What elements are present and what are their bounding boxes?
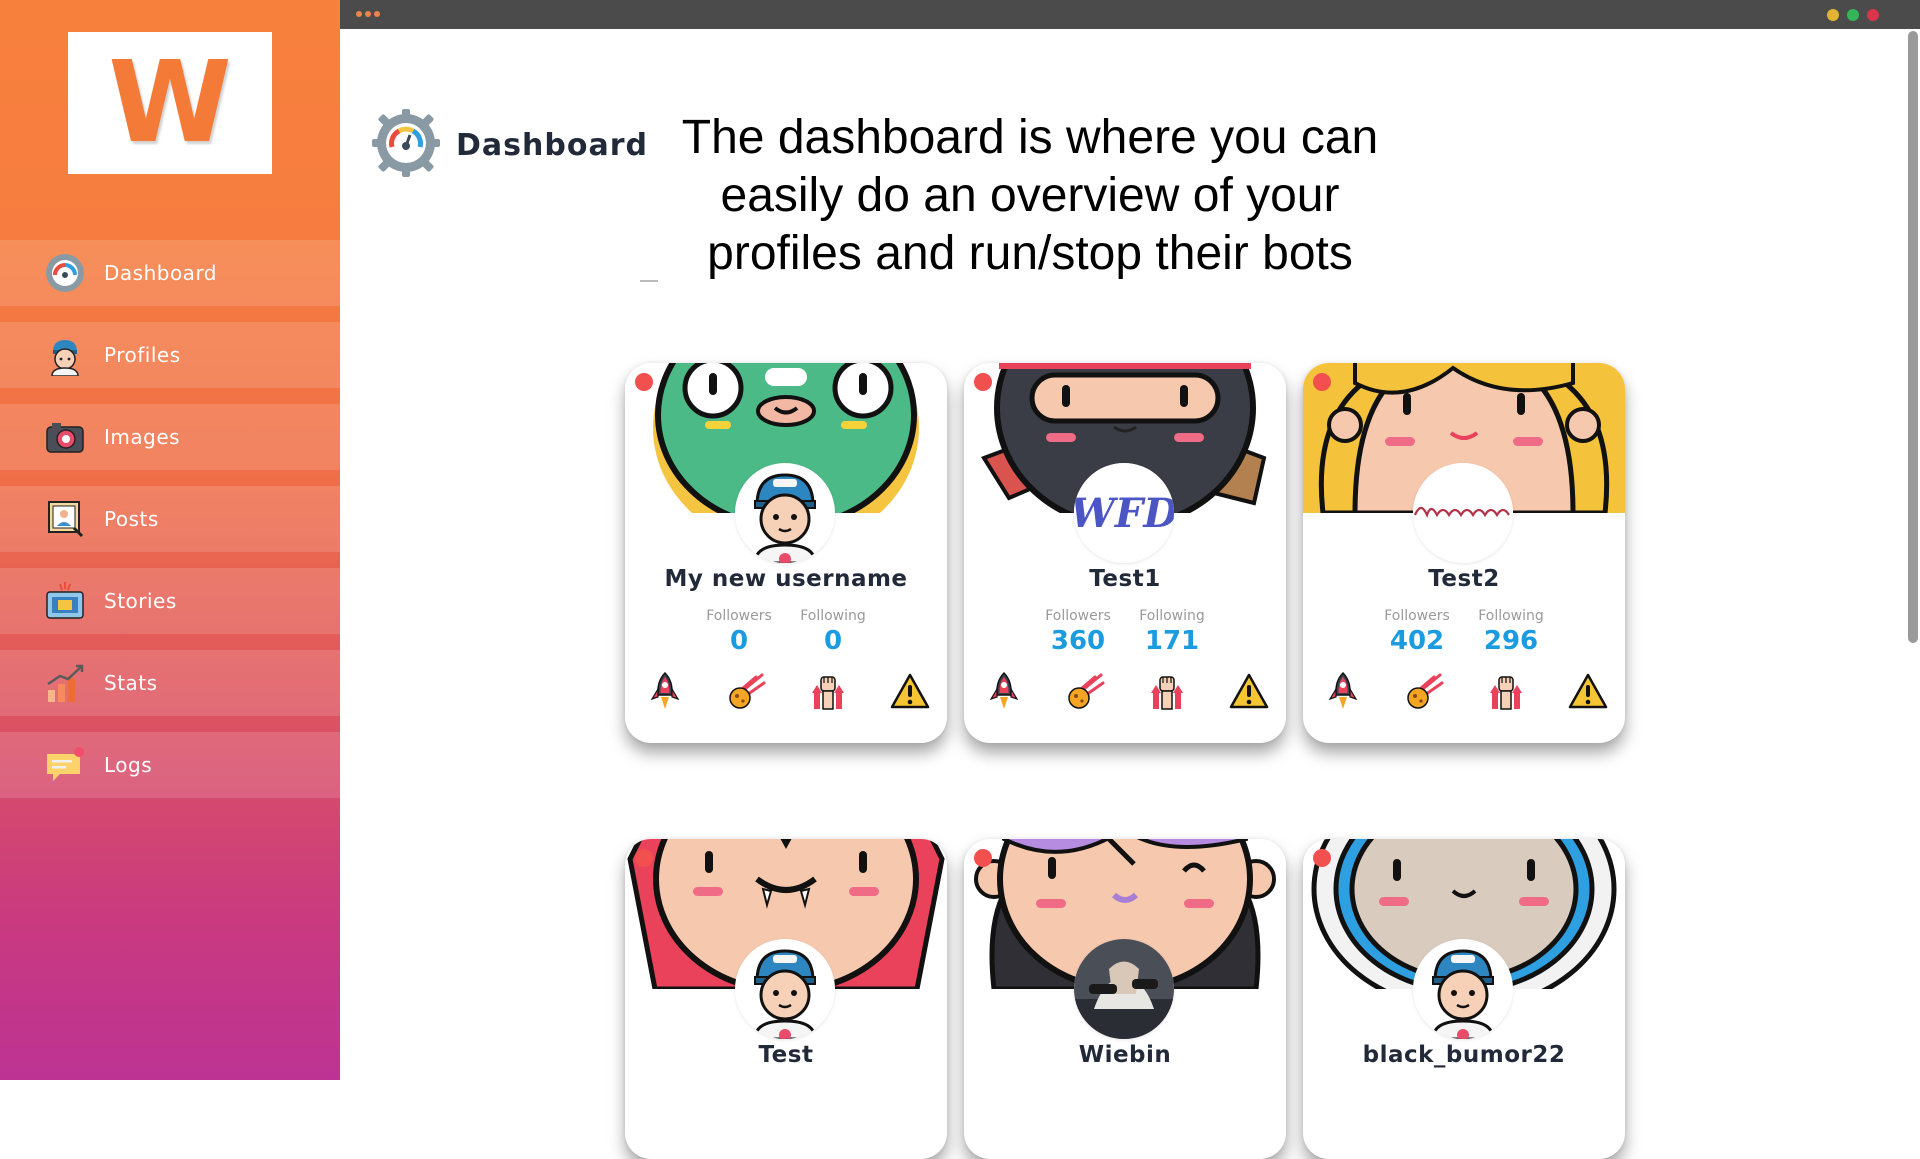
sidebar-item-label: Dashboard <box>104 261 218 285</box>
followers-stat: Followers 402 <box>1370 608 1464 656</box>
profile-card[interactable]: WFD Test1 Followers 360 Following 171 <box>964 363 1286 743</box>
profile-actions <box>964 668 1286 716</box>
following-stat: Following 296 <box>1464 608 1558 656</box>
page-title: Dashboard <box>456 127 648 163</box>
scrollbar[interactable] <box>1906 29 1920 1080</box>
minimize-button[interactable] <box>1827 9 1839 21</box>
rocket-icon[interactable] <box>642 668 688 714</box>
scrollbar-thumb[interactable] <box>1908 31 1918 643</box>
followers-label: Followers <box>1384 608 1450 624</box>
post-frame-icon <box>44 498 86 540</box>
window-titlebar <box>340 0 1920 29</box>
sidebar-item-label: Images <box>104 425 181 449</box>
followers-count: 360 <box>1050 626 1106 656</box>
camera-icon <box>44 416 86 458</box>
followers-label: Followers <box>1045 608 1111 624</box>
gauge-icon <box>370 107 442 183</box>
profile-actions <box>1303 668 1625 716</box>
sidebar-item-label: Logs <box>104 753 153 777</box>
profile-name: black_bumor22 <box>1362 1042 1566 1068</box>
following-stat: Following 171 <box>1125 608 1219 656</box>
comet-icon[interactable] <box>1401 668 1447 714</box>
followers-count: 402 <box>1389 626 1445 656</box>
following-count: 0 <box>823 626 843 656</box>
following-stat: Following 0 <box>786 608 880 656</box>
chart-icon <box>44 662 86 704</box>
followers-stat: Followers 360 <box>1031 608 1125 656</box>
maximize-button[interactable] <box>1847 9 1859 21</box>
app-logo[interactable]: W <box>68 32 272 174</box>
chat-bubble-icon <box>44 744 86 786</box>
comet-icon[interactable] <box>1062 668 1108 714</box>
followers-stat: Followers 0 <box>692 608 786 656</box>
avatar[interactable] <box>735 939 835 1039</box>
status-indicator <box>635 849 653 867</box>
raised-fists-icon[interactable] <box>1483 668 1529 714</box>
profile-name: Test2 <box>1428 566 1500 592</box>
profile-name: Wiebin <box>1078 1042 1172 1068</box>
sidebar-item-label: Posts <box>104 507 159 531</box>
user-cap-icon <box>44 334 86 376</box>
status-indicator <box>974 849 992 867</box>
gauge-icon <box>44 252 86 294</box>
sidebar-item-logs[interactable]: Logs <box>0 732 340 798</box>
status-indicator <box>1313 373 1331 391</box>
profile-name: Test <box>758 1042 814 1068</box>
profile-name: My new username <box>664 566 908 592</box>
avatar[interactable]: WFD <box>1074 463 1174 563</box>
profile-card[interactable]: black_bumor22 <box>1303 839 1625 1159</box>
close-button[interactable] <box>1867 9 1879 21</box>
sidebar-item-images[interactable]: Images <box>0 404 340 470</box>
page-description: The dashboard is where you can easily do… <box>681 111 1379 280</box>
profile-card[interactable]: My new username Followers 0 Following 0 <box>625 363 947 743</box>
status-indicator <box>635 373 653 391</box>
avatar[interactable] <box>1413 939 1513 1039</box>
followers-count: 0 <box>729 626 749 656</box>
divider <box>640 280 658 282</box>
rocket-icon[interactable] <box>1320 668 1366 714</box>
profile-name: Test1 <box>1089 566 1161 592</box>
warning-icon[interactable] <box>1226 668 1272 714</box>
stories-icon <box>44 580 86 622</box>
profile-card[interactable]: Test <box>625 839 947 1159</box>
sidebar-item-posts[interactable]: Posts <box>0 486 340 552</box>
following-label: Following <box>1139 608 1205 624</box>
sidebar-item-label: Stories <box>104 589 177 613</box>
main-content: Dashboard The dashboard is where you can… <box>340 29 1920 1159</box>
window-menu-button[interactable] <box>356 11 380 17</box>
sidebar: W Dashboard Profiles Images Posts Storie… <box>0 0 340 1080</box>
warning-icon[interactable] <box>1565 668 1611 714</box>
sidebar-item-stats[interactable]: Stats <box>0 650 340 716</box>
warning-icon[interactable] <box>887 668 933 714</box>
sidebar-item-label: Profiles <box>104 343 181 367</box>
following-count: 296 <box>1483 626 1539 656</box>
followers-label: Followers <box>706 608 772 624</box>
profile-card[interactable]: Test2 Followers 402 Following 296 <box>1303 363 1625 743</box>
page-header: Dashboard <box>370 107 648 183</box>
sidebar-item-stories[interactable]: Stories <box>0 568 340 634</box>
raised-fists-icon[interactable] <box>1144 668 1190 714</box>
avatar[interactable] <box>735 463 835 563</box>
raised-fists-icon[interactable] <box>805 668 851 714</box>
following-count: 171 <box>1144 626 1200 656</box>
following-label: Following <box>1478 608 1544 624</box>
profile-actions <box>625 668 947 716</box>
following-label: Following <box>800 608 866 624</box>
sidebar-item-dashboard[interactable]: Dashboard <box>0 240 340 306</box>
status-indicator <box>974 373 992 391</box>
avatar[interactable] <box>1074 939 1174 1039</box>
rocket-icon[interactable] <box>981 668 1027 714</box>
logo-letter: W <box>108 38 232 168</box>
sidebar-item-label: Stats <box>104 671 158 695</box>
svg-text:WFD: WFD <box>1074 490 1174 537</box>
avatar[interactable] <box>1413 463 1513 563</box>
status-indicator <box>1313 849 1331 867</box>
sidebar-item-profiles[interactable]: Profiles <box>0 322 340 388</box>
comet-icon[interactable] <box>723 668 769 714</box>
profile-card[interactable]: Wiebin <box>964 839 1286 1159</box>
